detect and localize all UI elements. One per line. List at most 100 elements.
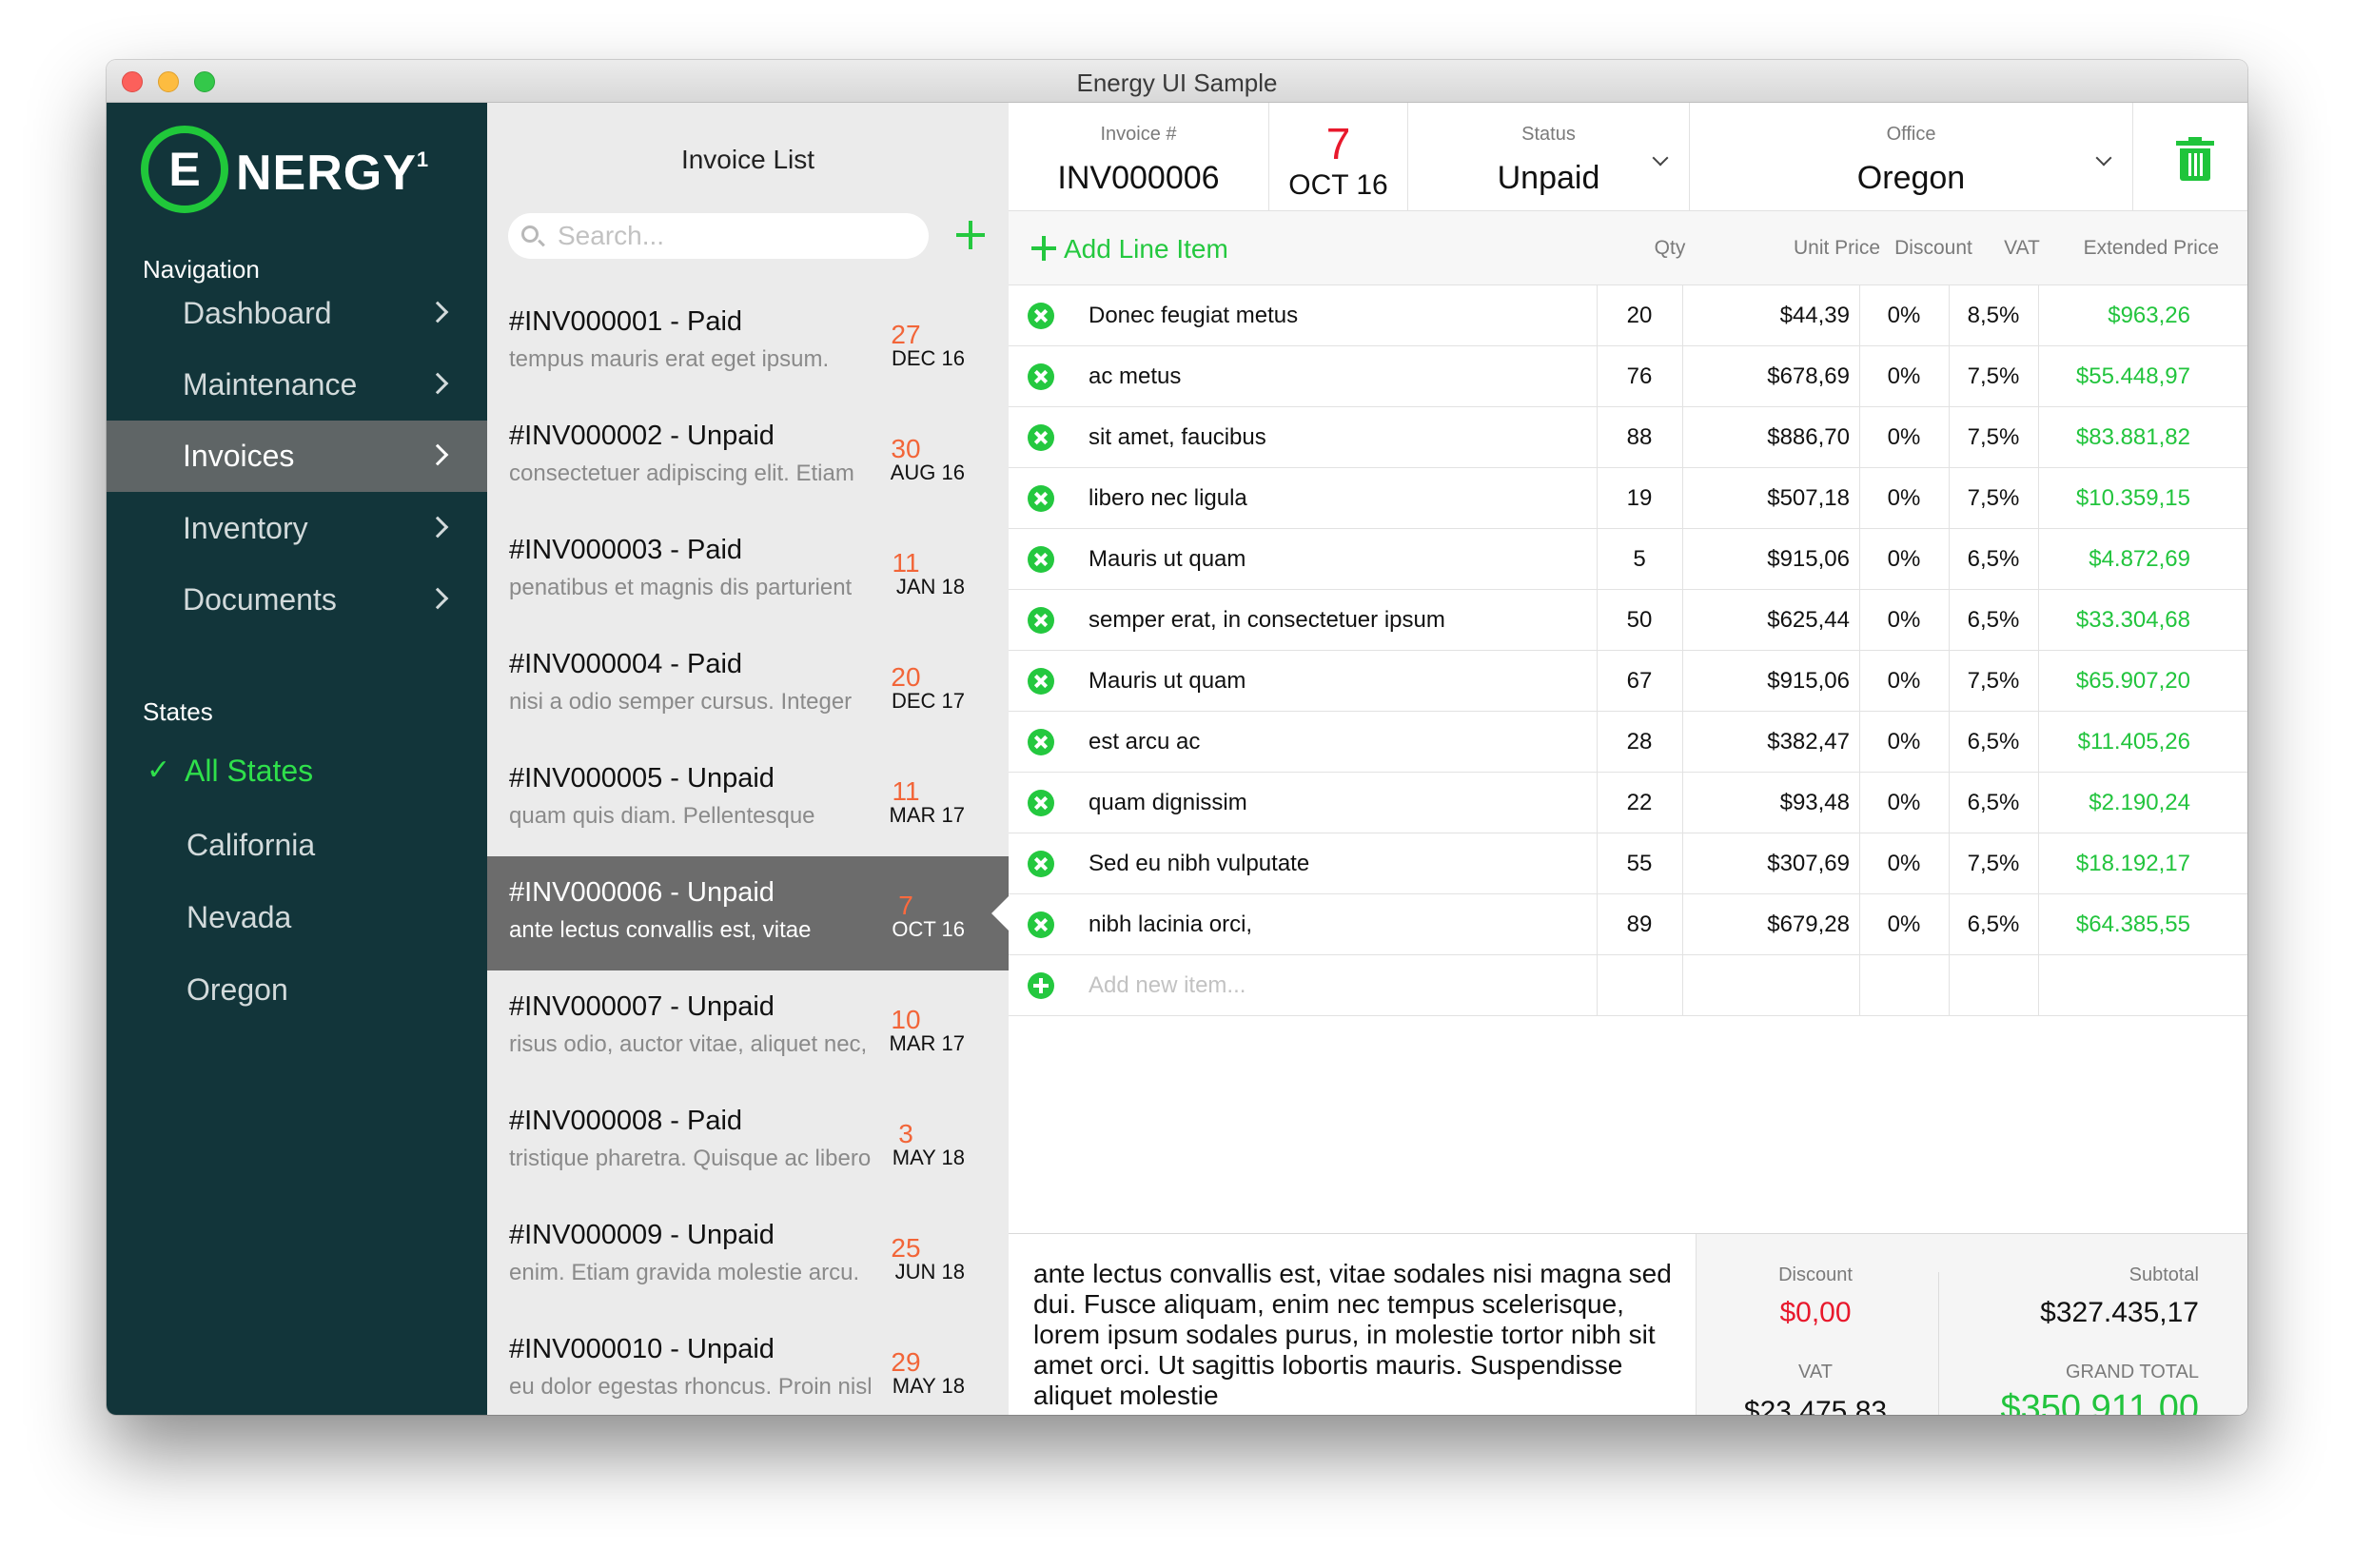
new-line-item-row[interactable]: Add new item... [1009,955,2247,1016]
nav-item-maintenance[interactable]: Maintenance [107,349,487,421]
nav-item-inventory[interactable]: Inventory [107,493,487,564]
line-item-name[interactable]: semper erat, in consectetuer ipsum [1089,590,1621,651]
new-item-placeholder[interactable]: Add new item... [1089,955,1246,1016]
invoice-date-field[interactable]: 7 OCT 16 [1269,103,1408,211]
line-item-name[interactable]: Mauris ut quam [1089,651,1621,712]
invoice-list-item[interactable]: #INV000007 - Unpaid risus odio, auctor v… [487,970,1009,1085]
line-item-name[interactable]: sit amet, faucibus [1089,407,1621,468]
state-item-california[interactable]: California [186,828,315,863]
line-item-qty[interactable]: 76 [1597,346,1682,407]
line-item-name[interactable]: Sed eu nibh vulputate [1089,833,1621,894]
line-item-unit-price[interactable]: $915,06 [1682,651,1859,712]
line-item-qty[interactable]: 19 [1597,468,1682,529]
line-item-vat[interactable]: 6,5% [1949,590,2038,651]
line-item-vat[interactable]: 6,5% [1949,529,2038,590]
line-item-discount[interactable]: 0% [1859,468,1949,529]
add-circle-icon[interactable] [1028,972,1054,999]
line-item-discount[interactable]: 0% [1859,712,1949,773]
state-item-nevada[interactable]: Nevada [186,900,291,935]
line-item-row[interactable]: quam dignissim 22 $93,48 0% 6,5% $2.190,24 [1009,773,2247,833]
line-item-row[interactable]: semper erat, in consectetuer ipsum 50 $625… [1009,590,2247,651]
line-item-qty[interactable]: 88 [1597,407,1682,468]
remove-circle-icon[interactable] [1028,851,1054,877]
remove-circle-icon[interactable] [1028,790,1054,816]
nav-item-documents[interactable]: Documents [107,564,487,636]
line-item-vat[interactable]: 7,5% [1949,407,2038,468]
line-item-vat[interactable]: 7,5% [1949,651,2038,712]
line-item-unit-price[interactable]: $915,06 [1682,529,1859,590]
nav-item-dashboard[interactable]: Dashboard [107,278,487,349]
line-item-discount[interactable]: 0% [1859,346,1949,407]
nav-item-invoices[interactable]: Invoices [107,421,487,492]
remove-circle-icon[interactable] [1028,485,1054,512]
line-item-unit-price[interactable]: $678,69 [1682,346,1859,407]
invoice-list-item[interactable]: #INV000002 - Unpaid consectetuer adipisc… [487,400,1009,514]
line-item-unit-price[interactable]: $679,28 [1682,894,1859,955]
add-invoice-button[interactable] [951,215,990,253]
remove-circle-icon[interactable] [1028,911,1054,938]
line-item-unit-price[interactable]: $886,70 [1682,407,1859,468]
invoice-list-item[interactable]: #INV000009 - Unpaid enim. Etiam gravida … [487,1199,1009,1313]
invoice-notes[interactable]: ante lectus convallis est, vitae sodales… [1033,1259,1680,1411]
line-item-qty[interactable]: 5 [1597,529,1682,590]
line-item-name[interactable]: quam dignissim [1089,773,1621,833]
line-item-unit-price[interactable]: $507,18 [1682,468,1859,529]
state-item-all-states[interactable]: All States [185,754,313,789]
line-item-qty[interactable]: 55 [1597,833,1682,894]
remove-circle-icon[interactable] [1028,363,1054,390]
line-item-row[interactable]: Mauris ut quam 5 $915,06 0% 6,5% $4.872,69 [1009,529,2247,590]
invoice-list-item[interactable]: #INV000010 - Unpaid eu dolor egestas rho… [487,1313,1009,1415]
invoice-list-item-selected[interactable]: #INV000006 - Unpaid ante lectus convalli… [487,856,1009,970]
office-dropdown[interactable]: Office Oregon [1690,103,2133,211]
line-item-row[interactable]: ac metus 76 $678,69 0% 7,5% $55.448,97 [1009,346,2247,407]
line-item-vat[interactable]: 7,5% [1949,468,2038,529]
invoice-list-item[interactable]: #INV000001 - Paid tempus mauris erat ege… [487,285,1009,400]
line-item-vat[interactable]: 6,5% [1949,773,2038,833]
line-item-discount[interactable]: 0% [1859,529,1949,590]
line-item-name[interactable]: ac metus [1089,346,1621,407]
line-item-row[interactable]: Mauris ut quam 67 $915,06 0% 7,5% $65.907,20 [1009,651,2247,712]
line-item-unit-price[interactable]: $307,69 [1682,833,1859,894]
invoice-number-field[interactable]: Invoice # INV000006 [1009,103,1269,211]
add-line-item-button[interactable]: Add Line Item [1031,234,1228,265]
line-item-discount[interactable]: 0% [1859,285,1949,346]
line-item-vat[interactable]: 8,5% [1949,285,2038,346]
line-item-qty[interactable]: 28 [1597,712,1682,773]
line-item-discount[interactable]: 0% [1859,651,1949,712]
invoice-list-item[interactable]: #INV000004 - Paid nisi a odio semper cur… [487,628,1009,742]
remove-circle-icon[interactable] [1028,424,1054,451]
line-item-vat[interactable]: 6,5% [1949,894,2038,955]
line-item-discount[interactable]: 0% [1859,894,1949,955]
line-item-discount[interactable]: 0% [1859,833,1949,894]
line-item-name[interactable]: est arcu ac [1089,712,1621,773]
line-item-row[interactable]: nibh lacinia orci, 89 $679,28 0% 6,5% $64.385… [1009,894,2247,955]
invoice-list-item[interactable]: #INV000005 - Unpaid quam quis diam. Pell… [487,742,1009,856]
line-item-vat[interactable]: 6,5% [1949,712,2038,773]
line-item-name[interactable]: libero nec ligula [1089,468,1621,529]
line-item-unit-price[interactable]: $44,39 [1682,285,1859,346]
search-box[interactable] [508,213,929,259]
search-input[interactable] [558,219,919,253]
line-item-row[interactable]: est arcu ac 28 $382,47 0% 6,5% $11.405,26 [1009,712,2247,773]
status-dropdown[interactable]: Status Unpaid [1408,103,1690,211]
delete-invoice-button[interactable] [2133,103,2247,211]
line-item-row[interactable]: Sed eu nibh vulputate 55 $307,69 0% 7,5% $18.… [1009,833,2247,894]
line-item-vat[interactable]: 7,5% [1949,833,2038,894]
remove-circle-icon[interactable] [1028,607,1054,634]
line-item-qty[interactable]: 50 [1597,590,1682,651]
line-item-discount[interactable]: 0% [1859,590,1949,651]
remove-circle-icon[interactable] [1028,303,1054,329]
line-item-name[interactable]: Mauris ut quam [1089,529,1621,590]
line-item-discount[interactable]: 0% [1859,773,1949,833]
invoice-list-item[interactable]: #INV000003 - Paid penatibus et magnis di… [487,514,1009,628]
line-item-unit-price[interactable]: $93,48 [1682,773,1859,833]
line-item-qty[interactable]: 67 [1597,651,1682,712]
line-item-qty[interactable]: 22 [1597,773,1682,833]
remove-circle-icon[interactable] [1028,668,1054,695]
line-item-row[interactable]: Donec feugiat metus 20 $44,39 0% 8,5% $963,26 [1009,285,2247,346]
line-item-row[interactable]: libero nec ligula 19 $507,18 0% 7,5% $10.359,… [1009,468,2247,529]
line-item-discount[interactable]: 0% [1859,407,1949,468]
line-item-vat[interactable]: 7,5% [1949,346,2038,407]
line-item-name[interactable]: Donec feugiat metus [1089,285,1621,346]
line-item-name[interactable]: nibh lacinia orci, [1089,894,1621,955]
